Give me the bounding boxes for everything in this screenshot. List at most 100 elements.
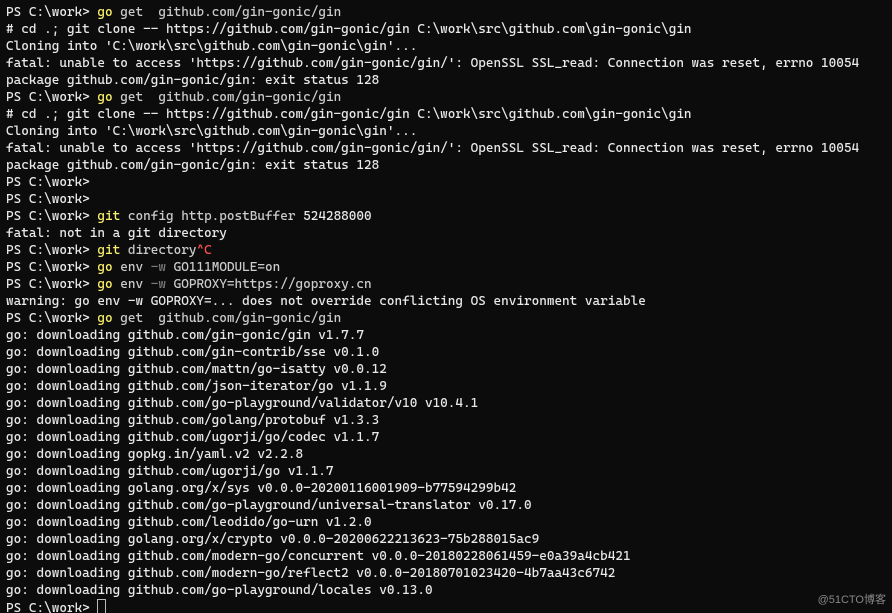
terminal-line: go: downloading golang.org/x/sys v0.0.0-… <box>6 480 886 497</box>
terminal-text: go <box>97 311 120 326</box>
terminal-text: git <box>97 243 127 258</box>
terminal-text: GOPROXY=https://goproxy.cn <box>174 277 372 292</box>
terminal-text: PS <box>6 209 29 224</box>
terminal-line: go: downloading github.com/gin-gonic/gin… <box>6 327 886 344</box>
terminal-text: go: downloading golang.org/x/crypto v0.0… <box>6 532 539 547</box>
terminal-line: PS C:\work> <box>6 191 886 208</box>
terminal-text: fatal: unable to access 'https://github.… <box>6 141 859 156</box>
terminal-text: go: downloading github.com/ugorji/go v1.… <box>6 464 334 479</box>
terminal-line: go: downloading github.com/modern-go/con… <box>6 548 886 565</box>
terminal-text: go: downloading github.com/leodido/go-ur… <box>6 515 372 530</box>
terminal-text: PS <box>6 601 29 613</box>
cursor <box>97 599 106 613</box>
terminal-text: PS <box>6 90 29 105</box>
terminal-line: PS C:\work> git config http.postBuffer 5… <box>6 208 886 225</box>
terminal-text: fatal: not in a git directory <box>6 226 227 241</box>
terminal-line: fatal: unable to access 'https://github.… <box>6 55 886 72</box>
terminal-line: fatal: unable to access 'https://github.… <box>6 140 886 157</box>
terminal-text: go: downloading github.com/modern-go/ref… <box>6 566 615 581</box>
terminal-text: get github.com/gin-gonic/gin <box>120 5 341 20</box>
terminal-line: go: downloading github.com/leodido/go-ur… <box>6 514 886 531</box>
terminal-text: PS <box>6 260 29 275</box>
terminal-output[interactable]: PS C:\work> go get github.com/gin-gonic/… <box>0 0 892 613</box>
terminal-text: get github.com/gin-gonic/gin <box>120 311 341 326</box>
terminal-text: git <box>97 209 127 224</box>
terminal-text: go: downloading github.com/gin-contrib/s… <box>6 345 379 360</box>
terminal-text: PS <box>6 175 29 190</box>
terminal-text: go: downloading github.com/ugorji/go/cod… <box>6 430 379 445</box>
terminal-text: env <box>120 277 150 292</box>
terminal-line: PS C:\work> go get github.com/gin-gonic/… <box>6 310 886 327</box>
terminal-line: PS C:\work> go env -w GOPROXY=https://go… <box>6 276 886 293</box>
terminal-line: # cd .; git clone -- https://github.com/… <box>6 106 886 123</box>
terminal-text: C:\work> <box>29 601 98 613</box>
terminal-text: go: downloading github.com/go-playground… <box>6 498 532 513</box>
terminal-line: PS C:\work> go get github.com/gin-gonic/… <box>6 4 886 21</box>
terminal-line: PS C:\work> <box>6 599 886 613</box>
terminal-line: go: downloading gopkg.in/yaml.v2 v2.2.8 <box>6 446 886 463</box>
terminal-text: -w <box>151 260 174 275</box>
terminal-text: # cd .; git clone -- https://github.com/… <box>6 107 692 122</box>
terminal-text: go <box>97 277 120 292</box>
terminal-line: go: downloading golang.org/x/crypto v0.0… <box>6 531 886 548</box>
terminal-text: C:\work> <box>29 175 90 190</box>
terminal-line: package github.com/gin-gonic/gin: exit s… <box>6 157 886 174</box>
terminal-text: package github.com/gin-gonic/gin: exit s… <box>6 158 379 173</box>
terminal-text: PS <box>6 311 29 326</box>
terminal-text: go <box>97 5 120 20</box>
terminal-line: # cd .; git clone -- https://github.com/… <box>6 21 886 38</box>
terminal-text: go: downloading github.com/go-playground… <box>6 583 433 598</box>
terminal-text: warning: go env -w GOPROXY=... does not … <box>6 294 646 309</box>
terminal-text: C:\work> <box>29 311 98 326</box>
terminal-text: go: downloading github.com/golang/protob… <box>6 413 379 428</box>
terminal-text: go <box>97 90 120 105</box>
terminal-line: package github.com/gin-gonic/gin: exit s… <box>6 72 886 89</box>
terminal-text: go: downloading github.com/modern-go/con… <box>6 549 631 564</box>
terminal-text: C:\work> <box>29 260 98 275</box>
terminal-line: warning: go env -w GOPROXY=... does not … <box>6 293 886 310</box>
terminal-text: GO111MODULE=on <box>174 260 281 275</box>
terminal-text: env <box>120 260 150 275</box>
terminal-text: get github.com/gin-gonic/gin <box>120 90 341 105</box>
terminal-text: go: downloading github.com/gin-gonic/gin… <box>6 328 364 343</box>
terminal-line: PS C:\work> go get github.com/gin-gonic/… <box>6 89 886 106</box>
terminal-text: config http.postBuffer <box>128 209 303 224</box>
terminal-line: go: downloading github.com/go-playground… <box>6 582 886 599</box>
terminal-text: go: downloading github.com/mattn/go-isat… <box>6 362 387 377</box>
terminal-text: C:\work> <box>29 5 98 20</box>
terminal-text: ^C <box>196 243 211 258</box>
terminal-text: go: downloading gopkg.in/yaml.v2 v2.2.8 <box>6 447 303 462</box>
terminal-text: C:\work> <box>29 192 90 207</box>
terminal-text: go: downloading github.com/json-iterator… <box>6 379 387 394</box>
terminal-text: go: downloading github.com/go-playground… <box>6 396 478 411</box>
terminal-text: package github.com/gin-gonic/gin: exit s… <box>6 73 379 88</box>
terminal-text: # cd .; git clone -- https://github.com/… <box>6 22 692 37</box>
terminal-line: go: downloading github.com/json-iterator… <box>6 378 886 395</box>
terminal-text: PS <box>6 277 29 292</box>
terminal-text: PS <box>6 192 29 207</box>
terminal-line: go: downloading github.com/go-playground… <box>6 395 886 412</box>
terminal-text: C:\work> <box>29 243 98 258</box>
terminal-line: go: downloading github.com/ugorji/go v1.… <box>6 463 886 480</box>
terminal-text: directory <box>128 243 197 258</box>
terminal-line: PS C:\work> git directory^C <box>6 242 886 259</box>
terminal-text: -w <box>151 277 174 292</box>
terminal-line: PS C:\work> <box>6 174 886 191</box>
terminal-text: PS <box>6 5 29 20</box>
terminal-text: C:\work> <box>29 209 98 224</box>
terminal-line: Cloning into 'C:\work\src\github.com\gin… <box>6 123 886 140</box>
terminal-line: go: downloading github.com/golang/protob… <box>6 412 886 429</box>
terminal-text: C:\work> <box>29 277 98 292</box>
terminal-text: Cloning into 'C:\work\src\github.com\gin… <box>6 39 417 54</box>
terminal-line: go: downloading github.com/go-playground… <box>6 497 886 514</box>
terminal-line: go: downloading github.com/ugorji/go/cod… <box>6 429 886 446</box>
terminal-text: Cloning into 'C:\work\src\github.com\gin… <box>6 124 417 139</box>
terminal-text: 524288000 <box>303 209 372 224</box>
terminal-line: go: downloading github.com/mattn/go-isat… <box>6 361 886 378</box>
watermark: @51CTO博客 <box>818 592 886 609</box>
terminal-text: PS <box>6 243 29 258</box>
terminal-line: go: downloading github.com/gin-contrib/s… <box>6 344 886 361</box>
terminal-line: Cloning into 'C:\work\src\github.com\gin… <box>6 38 886 55</box>
terminal-text: fatal: unable to access 'https://github.… <box>6 56 859 71</box>
terminal-line: go: downloading github.com/modern-go/ref… <box>6 565 886 582</box>
